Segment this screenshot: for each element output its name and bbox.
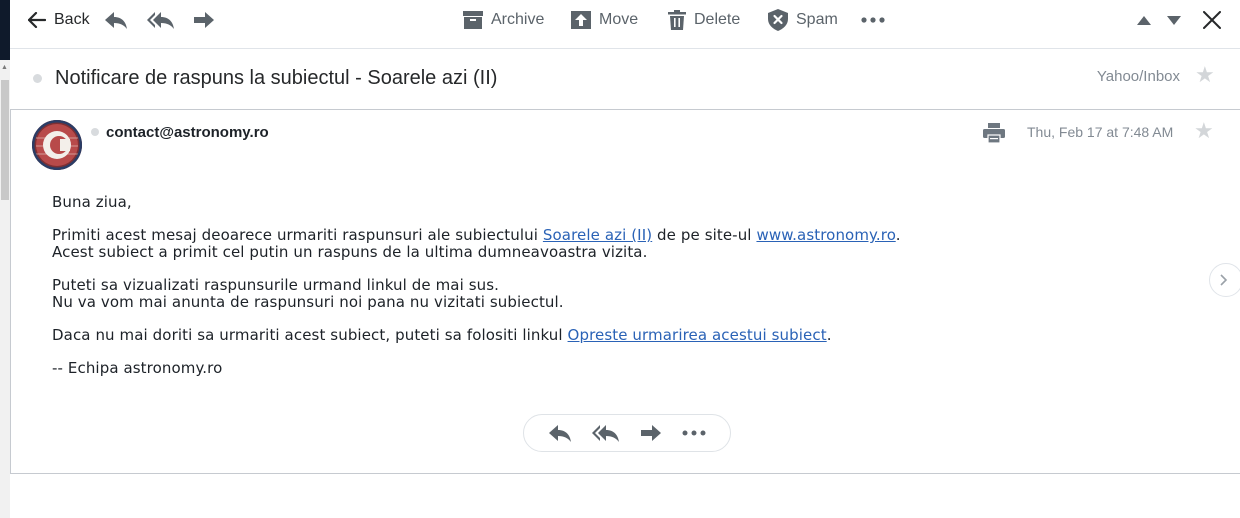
text: Acest subiect a primit cel putin un rasp… xyxy=(52,243,648,261)
delete-label: Delete xyxy=(694,11,741,28)
back-arrow-icon xyxy=(28,12,46,28)
text: Puteti sa vizualizati raspunsurile urman… xyxy=(52,276,500,294)
quick-reply-all-icon[interactable] xyxy=(592,423,620,443)
paragraph-1: Primiti acest mesaj deoarece urmariti ra… xyxy=(52,227,901,261)
scroll-thumb[interactable] xyxy=(1,80,9,200)
quick-actions-bar xyxy=(523,414,731,452)
spam-label: Spam xyxy=(796,11,838,28)
unsubscribe-link[interactable]: Opreste urmarirea acestui subiect xyxy=(568,326,827,344)
next-message-button[interactable] xyxy=(1167,0,1181,40)
more-icon xyxy=(861,17,885,23)
paragraph-2: Puteti sa vizualizati raspunsurile urman… xyxy=(52,277,901,311)
sender-status-dot xyxy=(91,128,99,136)
subject-row: Notificare de raspuns la subiectul - Soa… xyxy=(10,49,1240,109)
reply-icon xyxy=(104,10,128,30)
folder-label[interactable]: Yahoo/Inbox xyxy=(1097,68,1180,85)
back-label: Back xyxy=(54,11,90,28)
back-button[interactable]: Back xyxy=(28,0,90,40)
chevron-right-icon[interactable] xyxy=(1209,263,1240,297)
scroll-up-icon[interactable]: ▲ xyxy=(1,64,8,72)
sender-address[interactable]: contact@astronomy.ro xyxy=(106,124,269,141)
message-date: Thu, Feb 17 at 7:48 AM xyxy=(1027,124,1174,140)
archive-label: Archive xyxy=(491,11,545,28)
mail-reader: ▲ Back Archive Move Delete Spam Notifica… xyxy=(0,0,1240,518)
read-status-dot[interactable] xyxy=(33,74,42,83)
paragraph-3: Daca nu mai doriti sa urmariti acest sub… xyxy=(52,327,901,344)
text: Nu va vom mai anunta de raspunsuri noi p… xyxy=(52,293,564,311)
avatar[interactable] xyxy=(32,120,82,170)
more-actions-button[interactable] xyxy=(861,0,885,40)
previous-message-button[interactable] xyxy=(1137,0,1151,40)
sidebar-edge xyxy=(0,0,10,60)
spam-button[interactable]: Spam xyxy=(768,0,838,40)
reply-button[interactable] xyxy=(104,0,128,40)
spam-icon xyxy=(768,9,788,31)
star-icon[interactable]: ★ xyxy=(1195,64,1215,86)
print-icon[interactable] xyxy=(983,123,1005,148)
previous-icon xyxy=(1137,15,1151,25)
greeting: Buna ziua, xyxy=(52,193,132,211)
message-star-icon[interactable]: ★ xyxy=(1194,120,1214,142)
close-button[interactable] xyxy=(1203,0,1221,40)
message-subject: Notificare de raspuns la subiectul - Soa… xyxy=(55,67,498,89)
move-icon xyxy=(571,11,591,29)
text: de pe site-ul xyxy=(652,226,757,244)
delete-button[interactable]: Delete xyxy=(668,0,740,40)
move-button[interactable]: Move xyxy=(571,0,638,40)
text: Daca nu mai doriti sa urmariti acest sub… xyxy=(52,326,568,344)
forward-button[interactable] xyxy=(193,0,215,40)
text: . xyxy=(826,326,832,344)
next-icon xyxy=(1167,15,1181,25)
delete-icon xyxy=(668,10,686,30)
message-body: Buna ziua, Primiti acest mesaj deoarece … xyxy=(52,194,901,393)
text: . xyxy=(895,226,901,244)
quick-forward-icon[interactable] xyxy=(640,424,662,442)
archive-icon xyxy=(463,11,483,29)
site-link[interactable]: www.astronomy.ro xyxy=(756,226,895,244)
quick-more-icon[interactable] xyxy=(682,430,706,436)
close-icon xyxy=(1203,11,1221,29)
move-label: Move xyxy=(599,11,639,28)
text: Primiti acest mesaj deoarece urmariti ra… xyxy=(52,226,543,244)
archive-button[interactable]: Archive xyxy=(463,0,544,40)
forward-icon xyxy=(193,11,215,29)
topic-link[interactable]: Soarele azi (II) xyxy=(543,226,652,244)
reply-all-button[interactable] xyxy=(147,0,175,40)
quick-reply-icon[interactable] xyxy=(548,423,572,443)
signature: -- Echipa astronomy.ro xyxy=(52,359,223,377)
left-scrollbar[interactable]: ▲ xyxy=(0,0,10,518)
message-toolbar: Back Archive Move Delete Spam xyxy=(10,0,1240,49)
reply-all-icon xyxy=(147,10,175,30)
message-card: contact@astronomy.ro Thu, Feb 17 at 7:48… xyxy=(10,109,1240,474)
